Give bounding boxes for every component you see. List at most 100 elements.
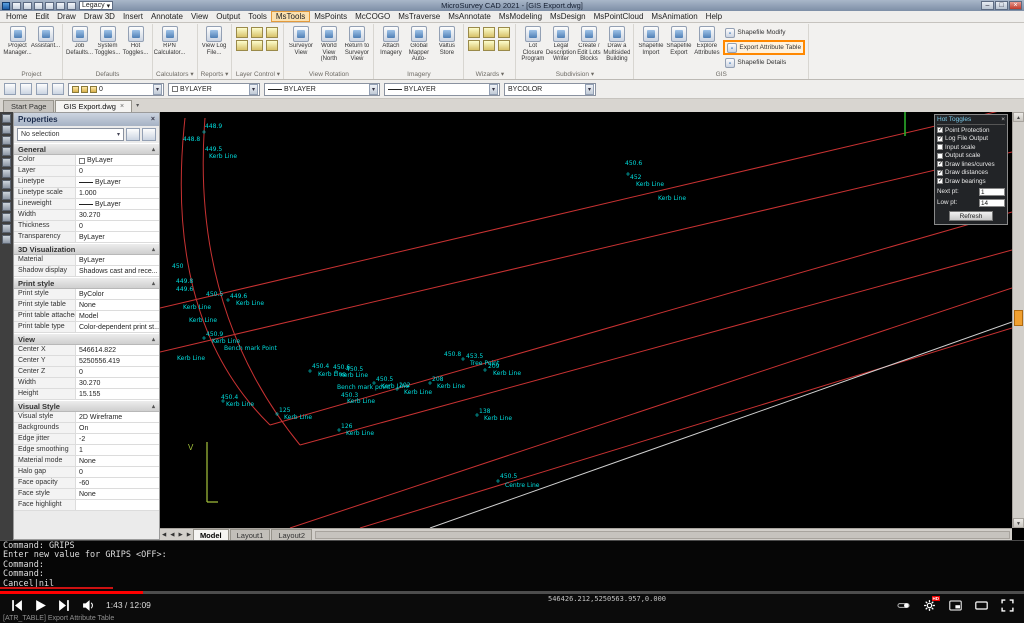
menu-mccogo[interactable]: McCOGO: [351, 11, 394, 22]
layer-off-icon[interactable]: [251, 27, 263, 38]
ribbon-button-hot-toggles[interactable]: Hot Toggles...: [122, 25, 149, 56]
undo-icon[interactable]: [56, 2, 65, 10]
grid-toggle-icon[interactable]: [2, 213, 11, 222]
ribbon-button-return-to-surveyor-view[interactable]: Return to Surveyor View: [343, 25, 370, 63]
property-value[interactable]: ByLayer: [76, 177, 159, 187]
checkbox-unchecked-icon[interactable]: [937, 144, 943, 150]
layout-tab-model[interactable]: Model: [193, 529, 229, 540]
orbit-icon[interactable]: [2, 158, 11, 167]
menu-annotate[interactable]: Annotate: [147, 11, 187, 22]
property-value[interactable]: 0: [76, 367, 159, 377]
command-window[interactable]: Command: GRIPSEnter new value for GRIPS …: [0, 540, 1024, 591]
layout-tab-layout2[interactable]: Layout2: [271, 529, 312, 540]
undo-icon[interactable]: [2, 169, 11, 178]
print-icon[interactable]: [45, 2, 54, 10]
menu-draw-3d[interactable]: Draw 3D: [80, 11, 119, 22]
menu-home[interactable]: Home: [2, 11, 31, 22]
hot-toggle-log-file-output[interactable]: ✓Log File Output: [937, 135, 1005, 144]
draw-order-icon[interactable]: [4, 83, 16, 95]
checkbox-unchecked-icon[interactable]: [937, 153, 943, 159]
layer-on-icon[interactable]: [236, 27, 248, 38]
volume-icon[interactable]: [82, 599, 95, 612]
property-value[interactable]: ByColor: [76, 289, 159, 299]
property-value[interactable]: ByLayer: [76, 232, 159, 242]
ribbon-button-create-edit-lots-blocks[interactable]: Create / Edit Lots Blocks: [575, 25, 602, 63]
ribbon-button-surveyor-view[interactable]: Surveyor View: [287, 25, 314, 56]
scrollbar-thumb[interactable]: [1014, 310, 1023, 326]
wizard-6-icon[interactable]: [498, 40, 510, 51]
select-cursor-icon[interactable]: [2, 114, 11, 123]
new-file-icon[interactable]: [12, 2, 21, 10]
last-tab-arrow-icon[interactable]: ▶: [185, 532, 193, 538]
properties-panel-header[interactable]: Properties ×: [14, 113, 159, 126]
property-value[interactable]: 2D Wireframe: [76, 412, 159, 422]
ribbon-button-lot-closure-program[interactable]: Lot Closure Program: [519, 25, 546, 63]
ribbon-button-job-defaults[interactable]: Job Defaults...: [66, 25, 93, 56]
canvas-horizontal-scrollbar[interactable]: [315, 531, 1010, 539]
drawing-canvas[interactable]: 448.9448.8449.5Kerb Line450.6452Kerb Lin…: [160, 112, 1012, 528]
scroll-down-arrow-icon[interactable]: ▼: [1013, 518, 1024, 528]
close-button[interactable]: ×: [1009, 1, 1022, 10]
layout-tab-layout1[interactable]: Layout1: [230, 529, 271, 540]
property-value[interactable]: Shadows cast and rece...: [76, 266, 159, 276]
pan-icon[interactable]: [2, 147, 11, 156]
property-value[interactable]: 15.155: [76, 389, 159, 399]
menu-output[interactable]: Output: [212, 11, 244, 22]
hot-toggle-draw-distances[interactable]: ✓Draw distances: [937, 169, 1005, 178]
wizard-4-icon[interactable]: [468, 40, 480, 51]
ribbon-button-view-log-file[interactable]: View Log File...: [201, 25, 228, 56]
ribbon-button-export-attribute-table[interactable]: Export Attribute Table: [723, 40, 805, 55]
layer-dropdown[interactable]: 0▾: [68, 83, 164, 96]
section-header-view[interactable]: View▴: [14, 333, 159, 345]
menu-edit[interactable]: Edit: [31, 11, 53, 22]
property-value[interactable]: 0: [76, 221, 159, 231]
workspace-preset-dropdown[interactable]: Legacy ▾: [79, 1, 113, 10]
zoom-window-icon[interactable]: [2, 125, 11, 134]
ribbon-button-shapefile-details[interactable]: Shapefile Details: [723, 56, 805, 69]
menu-tools[interactable]: Tools: [244, 11, 271, 22]
theater-mode-icon[interactable]: [975, 599, 988, 612]
menu-insert[interactable]: Insert: [119, 11, 147, 22]
quick-select-button[interactable]: [126, 128, 140, 141]
ribbon-button-explore-attributes[interactable]: Explore Attributes: [693, 25, 720, 56]
section-header-3d-visualization[interactable]: 3D Visualization▴: [14, 243, 159, 255]
panel-close-icon[interactable]: ×: [151, 116, 155, 123]
ribbon-button-legal-description-writer[interactable]: Legal Description Writer: [547, 25, 574, 63]
quick-select-icon[interactable]: [52, 83, 64, 95]
menu-mstraverse[interactable]: MsTraverse: [394, 11, 444, 22]
field-input-next-pt[interactable]: 1: [979, 188, 1005, 196]
ribbon-button-shapefile-import[interactable]: Shapefile Import: [637, 25, 664, 56]
doc-tab-gis-export-dwg[interactable]: GIS Export.dwg×: [55, 100, 132, 112]
menu-msmodeling[interactable]: MsModeling: [495, 11, 546, 22]
menu-mspointcloud[interactable]: MsPointCloud: [590, 11, 648, 22]
property-value[interactable]: ByLayer: [76, 255, 159, 265]
minimize-button[interactable]: –: [981, 1, 994, 10]
settings-gear-icon[interactable]: HD: [923, 599, 936, 612]
ribbon-button-global-mapper-auto-regen[interactable]: Global Mapper Auto-Regen: [405, 25, 432, 63]
open-file-icon[interactable]: [23, 2, 32, 10]
ribbon-button-attach-imagery[interactable]: Attach Imagery: [377, 25, 404, 56]
property-value[interactable]: 5250556.419: [76, 356, 159, 366]
ribbon-button-draw-a-multisided-building[interactable]: Draw a Multisided Building: [603, 25, 630, 63]
menu-msanimation[interactable]: MsAnimation: [647, 11, 701, 22]
drawing-area[interactable]: 448.9448.8449.5Kerb Line450.6452Kerb Lin…: [160, 112, 1012, 528]
property-value[interactable]: 0: [76, 467, 159, 477]
layer-unlock-icon[interactable]: [266, 40, 278, 51]
erase-icon[interactable]: [2, 235, 11, 244]
hot-toggle-draw-bearings[interactable]: ✓Draw bearings: [937, 177, 1005, 186]
field-input-low-pt[interactable]: 14: [979, 199, 1005, 207]
properties-toggle-icon[interactable]: [36, 83, 48, 95]
match-properties-icon[interactable]: [20, 83, 32, 95]
menu-help[interactable]: Help: [702, 11, 726, 22]
canvas-vertical-scrollbar[interactable]: ▲ ▼: [1012, 112, 1024, 528]
section-header-visual-style[interactable]: Visual Style▴: [14, 400, 159, 412]
layer-lock-icon[interactable]: [251, 40, 263, 51]
layers-icon[interactable]: [2, 191, 11, 200]
property-value[interactable]: 0: [76, 166, 159, 176]
checkbox-checked-icon[interactable]: ✓: [937, 127, 943, 133]
ribbon-button-system-toggles[interactable]: System Toggles...: [94, 25, 121, 56]
previous-button[interactable]: [10, 599, 23, 612]
wizard-3-icon[interactable]: [498, 27, 510, 38]
maximize-button[interactable]: □: [995, 1, 1008, 10]
zoom-extents-icon[interactable]: [2, 136, 11, 145]
